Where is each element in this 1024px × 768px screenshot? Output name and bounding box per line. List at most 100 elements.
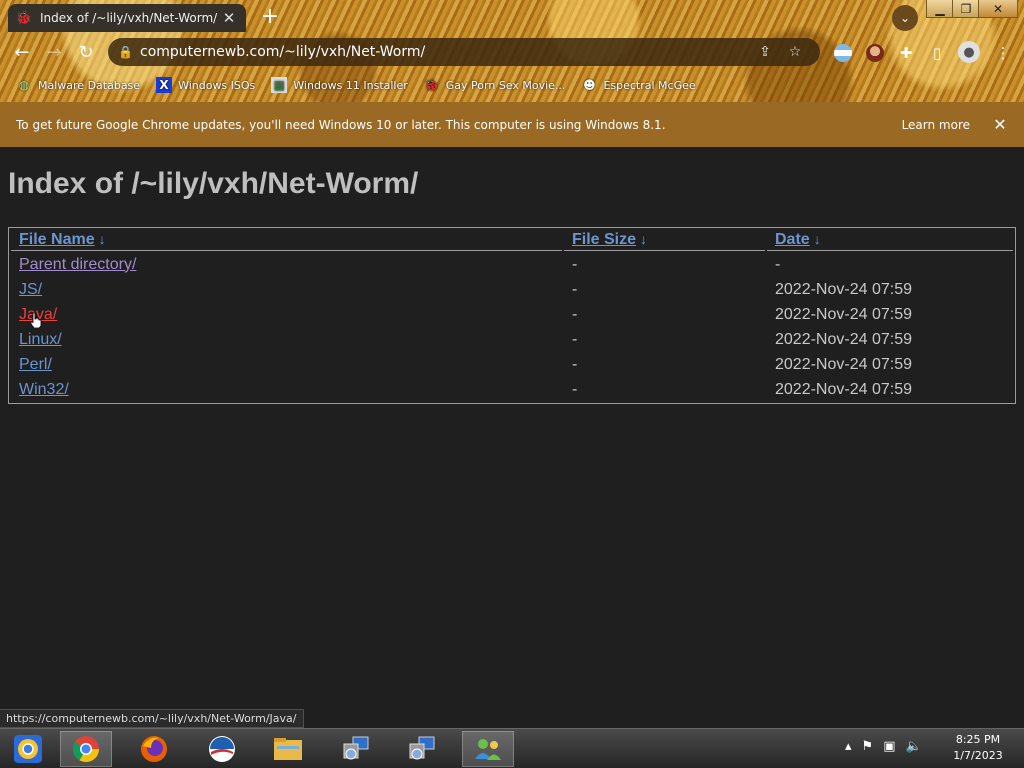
lock-icon[interactable]: 🔒 [118, 45, 140, 59]
toolbar: ← → ↻ 🔒 computernewb.com/~lily/vxh/Net-W… [0, 34, 1024, 70]
sort-file-size-link[interactable]: File Size [572, 231, 636, 248]
browser-tab[interactable]: 🐞 Index of /~lily/vxh/Net-Worm/ ✕ [8, 4, 246, 32]
arrow-left-icon: ← [14, 41, 30, 63]
picture-icon: ▦ [271, 77, 288, 93]
speaker-icon[interactable]: 🔈 [905, 739, 921, 754]
tab-search-button[interactable]: ⌄ [892, 5, 918, 31]
file-size: - [572, 280, 578, 298]
file-size: - [572, 380, 578, 398]
taskbar-network-setup-2[interactable] [396, 731, 448, 767]
hand-cursor-icon [30, 312, 42, 328]
face-icon: ☻ [583, 78, 596, 92]
bug-favicon-icon: 🐞 [15, 10, 33, 26]
sort-date-link[interactable]: Date [775, 231, 810, 248]
column-date: Date ↓ [767, 230, 1013, 251]
file-link-perl[interactable]: Perl/ [19, 356, 52, 373]
new-tab-button[interactable]: + [258, 6, 282, 30]
file-date: 2022-Nov-24 07:59 [775, 305, 912, 323]
arrow-right-icon: → [46, 41, 62, 63]
infobar-close-icon[interactable]: ✕ [992, 115, 1008, 134]
file-size: - [572, 355, 578, 373]
chevron-down-icon: ⌄ [899, 11, 911, 25]
taskbar-users[interactable] [462, 731, 514, 767]
taskbar-chrome[interactable] [60, 731, 112, 767]
chevron-up-icon[interactable]: ▴ [845, 739, 852, 754]
extensions-button[interactable]: ✚ [895, 42, 917, 64]
profile-button[interactable]: ● [958, 41, 980, 63]
minimize-button[interactable]: ▁ [926, 0, 954, 18]
tab-close-icon[interactable]: ✕ [220, 9, 238, 27]
users-icon [475, 739, 501, 760]
table-row: Java/ - 2022-Nov-24 07:59 [11, 303, 1013, 326]
flag-icon[interactable]: ⚑ [862, 739, 874, 754]
puzzle-icon: ✚ [899, 44, 913, 62]
bug-icon: 🐞 [424, 78, 440, 92]
side-panel-icon: ▯ [932, 44, 942, 62]
file-link-win32[interactable]: Win32/ [19, 381, 69, 398]
update-infobar: To get future Google Chrome updates, you… [0, 102, 1024, 147]
learn-more-link[interactable]: Learn more [902, 118, 970, 132]
file-link-parent-directory[interactable]: Parent directory/ [19, 256, 136, 273]
back-button[interactable]: ← [10, 40, 34, 64]
file-explorer-icon [274, 738, 302, 760]
clock-time: 8:25 PM [955, 733, 1001, 746]
column-file-name: File Name ↓ [11, 230, 562, 251]
taskbar-network-setup-1[interactable] [330, 731, 382, 767]
window-close-button[interactable]: ✕ [978, 0, 1018, 18]
sort-arrow-icon[interactable]: ↓ [640, 231, 647, 247]
network-setup-icon [343, 736, 369, 760]
chrome-canary-icon [14, 735, 42, 763]
share-icon[interactable]: ⇪ [750, 44, 780, 60]
network-setup-icon [409, 736, 435, 760]
table-row: Parent directory/ - - [11, 253, 1013, 276]
flag-extension-icon [834, 44, 852, 62]
file-date: 2022-Nov-24 07:59 [775, 330, 912, 348]
table-row: Perl/ - 2022-Nov-24 07:59 [11, 353, 1013, 376]
sort-arrow-icon[interactable]: ↓ [814, 231, 821, 247]
bookmarks-bar: ◍ Malware Database X Windows ISOs ▦ Wind… [0, 72, 1024, 98]
x-icon: X [156, 77, 173, 93]
file-size: - [572, 305, 578, 323]
taskbar-file-explorer[interactable] [262, 731, 314, 767]
system-tray: ▴ ⚑ ▣ 🔈 [845, 739, 922, 754]
infobar-message: To get future Google Chrome updates, you… [16, 117, 666, 132]
forward-button[interactable]: → [42, 40, 66, 64]
table-row: Linux/ - 2022-Nov-24 07:59 [11, 328, 1013, 351]
reload-icon: ↻ [78, 41, 94, 63]
page-title: Index of /~lily/vxh/Net-Worm/ [8, 167, 419, 200]
file-date: 2022-Nov-24 07:59 [775, 380, 912, 398]
url-text[interactable]: computernewb.com/~lily/vxh/Net-Worm/ [140, 44, 750, 60]
tab-title: Index of /~lily/vxh/Net-Worm/ [40, 11, 218, 25]
menu-button[interactable]: ⋮ [992, 42, 1014, 64]
obama-icon [209, 736, 235, 762]
star-icon[interactable]: ☆ [780, 44, 810, 60]
person-icon: ● [963, 44, 975, 60]
bookmark-windows-11-installer[interactable]: ▦ Windows 11 Installer [271, 77, 408, 93]
taskbar-clock[interactable]: 8:25 PM 1/7/2023 [940, 732, 1016, 764]
sort-file-name-link[interactable]: File Name [19, 231, 95, 248]
kebab-menu-icon: ⋮ [995, 44, 1011, 62]
bookmark-espectral-mcgee[interactable]: ☻ Espectral McGee [581, 77, 695, 93]
side-panel-button[interactable]: ▯ [926, 42, 948, 64]
address-bar[interactable]: 🔒 computernewb.com/~lily/vxh/Net-Worm/ ⇪… [108, 38, 820, 66]
file-date: 2022-Nov-24 07:59 [775, 355, 912, 373]
taskbar-obama[interactable] [196, 731, 248, 767]
network-icon[interactable]: ▣ [883, 739, 895, 754]
page-content: Index of /~lily/vxh/Net-Worm/ File Name ↓… [0, 147, 1024, 728]
bookmark-windows-isos[interactable]: X Windows ISOs [156, 77, 255, 93]
bookmark-gay-porn-sex-movie[interactable]: 🐞 Gay Porn Sex Movie... [424, 77, 565, 93]
bookmark-malware-database[interactable]: ◍ Malware Database [16, 77, 140, 93]
file-listing-table: File Name ↓ File Size ↓ Date ↓ Parent direc… [8, 227, 1016, 404]
file-link-js[interactable]: JS/ [19, 281, 42, 298]
extension-avatar-button[interactable] [864, 42, 886, 64]
earth-icon: ◍ [18, 78, 30, 92]
taskbar-chrome-canary[interactable] [2, 731, 54, 767]
restore-button[interactable]: ❐ [952, 0, 980, 18]
reload-button[interactable]: ↻ [74, 40, 98, 64]
table-row: JS/ - 2022-Nov-24 07:59 [11, 278, 1013, 301]
file-link-linux[interactable]: Linux/ [19, 331, 62, 348]
sort-arrow-icon[interactable]: ↓ [99, 231, 106, 247]
taskbar-firefox[interactable] [128, 731, 180, 767]
table-header-row: File Name ↓ File Size ↓ Date ↓ [11, 230, 1013, 251]
extension-flag-button[interactable] [832, 42, 854, 64]
